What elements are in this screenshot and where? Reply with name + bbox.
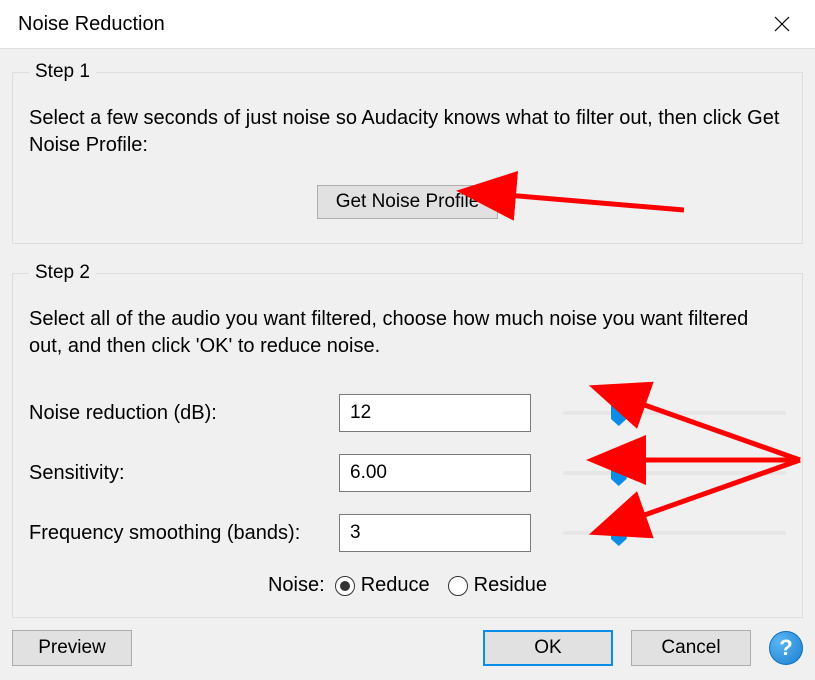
slider-thumb[interactable] <box>611 462 627 486</box>
sensitivity-label: Sensitivity: <box>29 462 329 485</box>
noise-reduction-row: Noise reduction (dB): <box>29 394 786 432</box>
slider-track <box>563 411 786 415</box>
titlebar: Noise Reduction <box>0 0 815 48</box>
slider-thumb[interactable] <box>611 402 627 426</box>
sensitivity-row: Sensitivity: <box>29 454 786 492</box>
dialog-title: Noise Reduction <box>18 13 165 36</box>
close-icon <box>774 16 790 32</box>
dialog-body: Step 1 Select a few seconds of just nois… <box>0 48 815 680</box>
get-noise-profile-button[interactable]: Get Noise Profile <box>317 185 499 219</box>
slider-thumb[interactable] <box>611 522 627 546</box>
frequency-smoothing-slider[interactable] <box>563 518 786 548</box>
slider-track <box>563 471 786 475</box>
noise-mode-label: Noise: <box>268 574 325 597</box>
frequency-smoothing-row: Frequency smoothing (bands): <box>29 514 786 552</box>
noise-residue-radio[interactable]: Residue <box>448 574 547 597</box>
step2-instructions: Select all of the audio you want filtere… <box>29 306 786 360</box>
ok-button[interactable]: OK <box>483 630 613 666</box>
noise-reduction-slider[interactable] <box>563 398 786 428</box>
step1-instructions: Select a few seconds of just noise so Au… <box>29 105 786 159</box>
preview-button[interactable]: Preview <box>12 630 132 666</box>
radio-text: Residue <box>474 574 547 597</box>
step1-group: Step 1 Select a few seconds of just nois… <box>12 61 803 244</box>
frequency-smoothing-label: Frequency smoothing (bands): <box>29 522 329 545</box>
noise-mode-row: Noise: Reduce Residue <box>29 574 786 597</box>
frequency-smoothing-input[interactable] <box>339 514 531 552</box>
close-button[interactable] <box>767 9 797 39</box>
slider-track <box>563 531 786 535</box>
bottom-button-bar: Preview OK Cancel ? <box>12 630 803 666</box>
noise-reduction-input[interactable] <box>339 394 531 432</box>
radio-icon <box>448 576 468 596</box>
noise-reduction-label: Noise reduction (dB): <box>29 402 329 425</box>
sensitivity-input[interactable] <box>339 454 531 492</box>
step1-legend: Step 1 <box>29 61 96 83</box>
step2-group: Step 2 Select all of the audio you want … <box>12 262 803 618</box>
step2-legend: Step 2 <box>29 262 96 284</box>
radio-text: Reduce <box>361 574 430 597</box>
noise-reduce-radio[interactable]: Reduce <box>335 574 430 597</box>
cancel-button[interactable]: Cancel <box>631 630 751 666</box>
sensitivity-slider[interactable] <box>563 458 786 488</box>
help-button[interactable]: ? <box>769 631 803 665</box>
radio-icon <box>335 576 355 596</box>
